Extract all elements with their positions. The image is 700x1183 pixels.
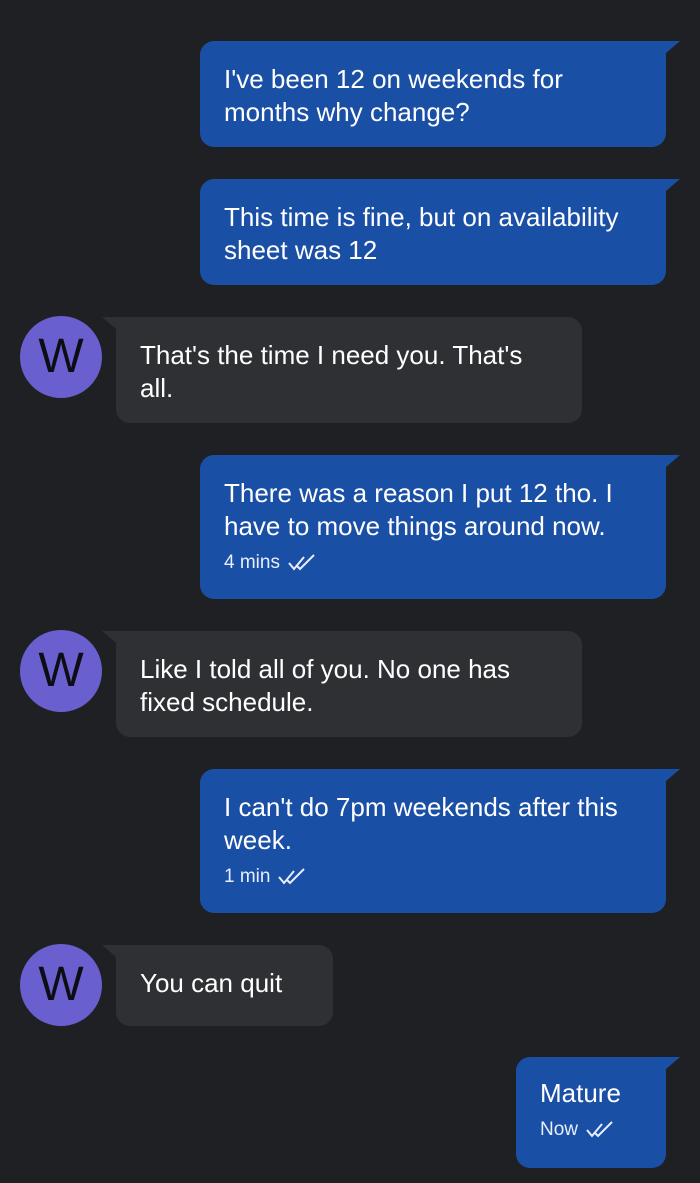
message-meta: 1 min — [224, 865, 642, 889]
double-check-icon — [278, 868, 306, 885]
message-meta: Now — [540, 1118, 642, 1142]
message-text: There was a reason I put 12 tho. I have … — [224, 478, 613, 541]
incoming-message[interactable]: That's the time I need you. That's all. — [102, 317, 582, 423]
message-text: I've been 12 on weekends for months why … — [224, 64, 563, 127]
avatar-letter: W — [38, 330, 84, 383]
message-text: This time is fine, but on availability s… — [224, 202, 619, 265]
contact-avatar[interactable]: W — [20, 630, 102, 712]
message-meta: 4 mins — [224, 551, 642, 575]
incoming-message[interactable]: You can quit — [102, 945, 333, 1026]
message-time: Now — [540, 1119, 579, 1140]
outgoing-message[interactable]: Mature Now — [516, 1057, 680, 1168]
avatar-letter: W — [38, 644, 84, 697]
double-check-icon — [288, 554, 315, 571]
message-thread: I've been 12 on weekends for months why … — [0, 0, 700, 1183]
contact-avatar[interactable]: W — [20, 316, 102, 398]
double-check-icon — [586, 1121, 613, 1138]
incoming-message[interactable]: Like I told all of you. No one has fixed… — [102, 631, 582, 737]
outgoing-message[interactable]: I can't do 7pm weekends after this week.… — [200, 769, 680, 913]
message-text: That's the time I need you. That's all. — [140, 340, 523, 403]
message-time: 4 mins — [224, 552, 280, 573]
contact-avatar[interactable]: W — [20, 944, 102, 1026]
outgoing-message[interactable]: This time is fine, but on availability s… — [200, 179, 680, 285]
message-text: I can't do 7pm weekends after this week. — [224, 792, 618, 855]
message-text: Like I told all of you. No one has fixed… — [140, 654, 511, 717]
avatar-letter: W — [38, 958, 84, 1011]
message-text: You can quit — [140, 968, 283, 998]
outgoing-message[interactable]: I've been 12 on weekends for months why … — [200, 41, 680, 147]
message-time: 1 min — [224, 866, 271, 887]
message-text: Mature — [540, 1078, 621, 1108]
outgoing-message[interactable]: There was a reason I put 12 tho. I have … — [200, 455, 680, 599]
